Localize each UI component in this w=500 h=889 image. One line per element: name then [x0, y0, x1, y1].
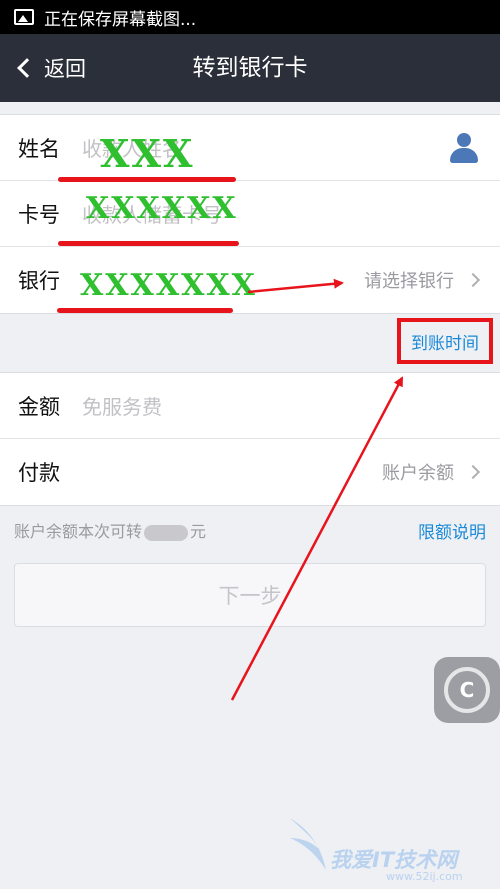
- bank-annotation: XXXXXXX: [80, 268, 257, 303]
- status-text: 正在保存屏幕截图...: [44, 9, 197, 30]
- status-bar: 正在保存屏幕截图...: [0, 0, 500, 34]
- limit-info-link[interactable]: 限额说明: [418, 518, 486, 543]
- bank-select-text: 请选择银行: [364, 271, 454, 292]
- card-label: 卡号: [18, 202, 60, 227]
- arrival-time-link[interactable]: 到账时间: [397, 318, 493, 364]
- payment-value: 账户余额: [382, 463, 454, 484]
- nav-bar: 返回 转到银行卡: [0, 34, 500, 102]
- balance-hint-suffix: 元: [190, 522, 207, 541]
- floating-assist-button[interactable]: C: [434, 657, 500, 723]
- contact-icon[interactable]: [450, 132, 478, 163]
- gallery-icon: [14, 9, 34, 25]
- watermark: 我爱IT技术网 www.52ij.com: [286, 808, 496, 884]
- payment-select[interactable]: 账户余额: [382, 459, 481, 485]
- chevron-right-icon: [465, 464, 481, 480]
- card-annotation: XXXXXX: [86, 191, 238, 226]
- c-logo-icon: C: [444, 667, 490, 713]
- payment-label: 付款: [18, 461, 60, 485]
- card-underline: [58, 241, 239, 246]
- chevron-right-icon: [465, 272, 481, 288]
- name-label: 姓名: [18, 136, 60, 161]
- balance-hint: 账户余额本次可转 元: [14, 518, 206, 542]
- name-row[interactable]: 姓名 收款人姓名: [0, 115, 500, 181]
- name-annotation: XXX: [100, 131, 195, 176]
- next-step-button[interactable]: 下一步: [14, 563, 486, 627]
- redacted-amount: [144, 524, 189, 541]
- bank-select[interactable]: 请选择银行: [364, 267, 481, 293]
- page-title: 转到银行卡: [192, 55, 308, 81]
- amount-input[interactable]: 免服务费: [82, 391, 162, 420]
- bank-underline: [57, 308, 233, 313]
- watermark-url: www.52ij.com: [386, 870, 463, 883]
- payment-group: 金额 免服务费 付款 账户余额: [0, 372, 500, 506]
- card-row[interactable]: 卡号 收款人储蓄卡号: [0, 181, 500, 247]
- balance-hint-prefix: 账户余额本次可转: [14, 522, 143, 541]
- name-underline: [58, 177, 236, 182]
- amount-row[interactable]: 金额 免服务费: [0, 373, 500, 439]
- amount-label: 金额: [18, 394, 60, 419]
- payment-row[interactable]: 付款 账户余额: [0, 439, 500, 505]
- bank-label: 银行: [18, 269, 60, 293]
